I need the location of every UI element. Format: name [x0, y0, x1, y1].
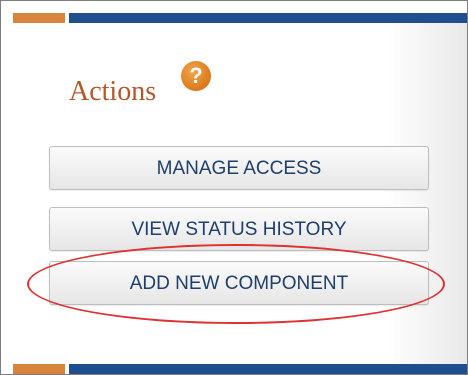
manage-access-button[interactable]: MANAGE ACCESS	[49, 146, 429, 190]
bottom-accent-bar-orange	[13, 364, 65, 374]
actions-heading: Actions	[69, 76, 157, 107]
top-accent-bar-blue	[69, 13, 467, 23]
top-accent-bar-orange	[13, 13, 65, 23]
view-status-history-button[interactable]: VIEW STATUS HISTORY	[49, 207, 429, 251]
add-new-component-button[interactable]: ADD NEW COMPONENT	[49, 261, 429, 305]
actions-panel: Actions ? MANAGE ACCESS VIEW STATUS HIST…	[0, 0, 468, 375]
bottom-accent-bar-blue	[69, 364, 467, 374]
help-icon[interactable]: ?	[181, 61, 211, 91]
panel-shadow	[387, 23, 467, 364]
